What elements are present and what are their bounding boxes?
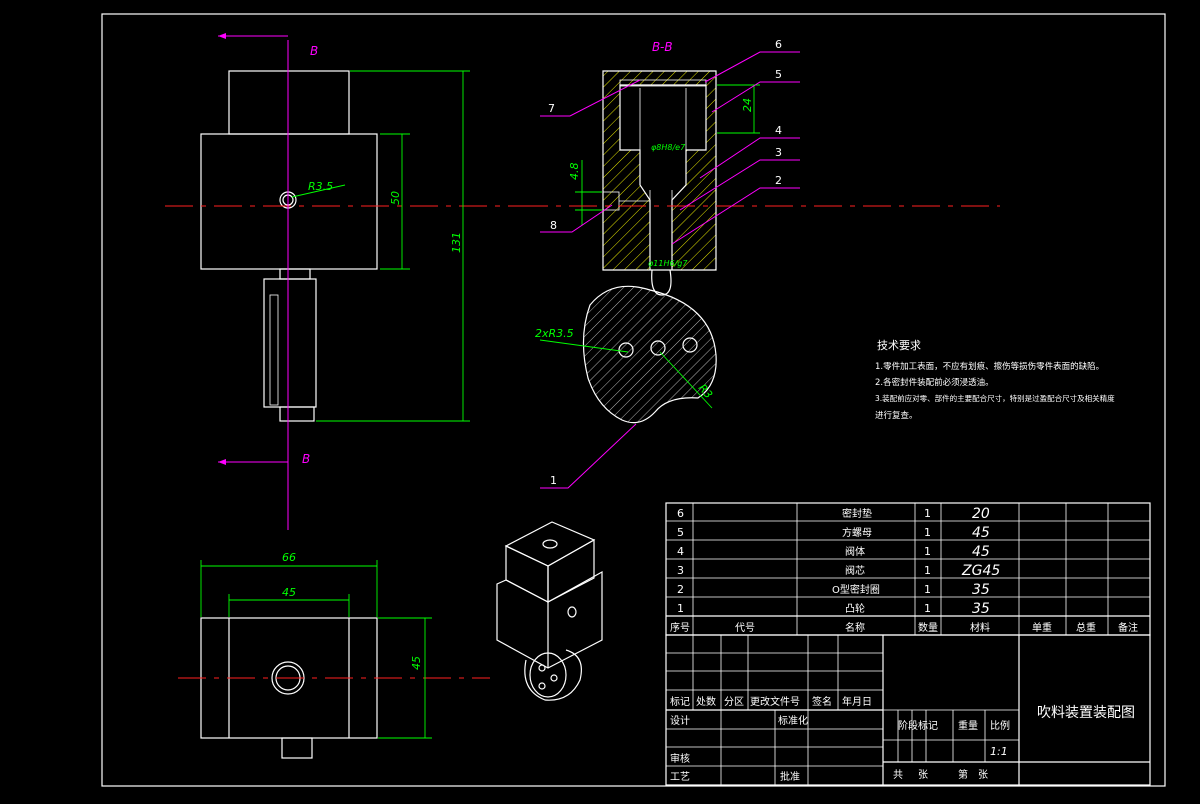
- dim-66: 66: [282, 551, 296, 564]
- tb-weight: 重量: [958, 719, 978, 732]
- bom-row-qty: 1: [924, 545, 931, 558]
- bom-header-unit-weight: 单重: [1032, 621, 1052, 634]
- section-view-bb: B-B φ8H8/e7 φ11H6/g7 24 4.8: [520, 40, 1000, 296]
- balloon-7: 7: [548, 102, 555, 115]
- bom-header-qty: 数量: [918, 621, 938, 634]
- dim-50: 50: [389, 191, 402, 205]
- front-view: B B R3.5 50 131: [165, 33, 520, 530]
- tech-heading: 技术要求: [877, 339, 921, 352]
- bom-header-code: 代号: [735, 622, 755, 634]
- tb-process: 工艺: [670, 771, 690, 783]
- bom-header-no: 序号: [670, 621, 690, 634]
- tb-change-doc: 更改文件号: [750, 695, 800, 708]
- section-label: B-B: [652, 40, 673, 54]
- balloon-3: 3: [775, 146, 782, 159]
- tb-approve: 批准: [780, 770, 800, 783]
- tb-standard: 标准化: [778, 714, 808, 727]
- bom-row-no: 5: [677, 526, 684, 539]
- cut-label-top: B: [310, 44, 318, 58]
- bom-row-name: O型密封圈: [832, 583, 880, 596]
- bom-row-name: 方螺母: [842, 526, 872, 539]
- bom-row-qty: 1: [924, 507, 931, 520]
- balloon-5: 5: [775, 68, 782, 81]
- dim-45-vertical: 45: [410, 656, 423, 670]
- bom-row-name: 凸轮: [845, 602, 865, 615]
- tb-sheet: 张: [978, 769, 988, 781]
- bom-row-no: 3: [677, 564, 684, 577]
- tech-item-4: 进行复查。: [875, 410, 918, 421]
- tb-zone: 分区: [724, 696, 744, 708]
- bom-table: 6 密封垫 1 20 5 方螺母 1 45 4 阀体 1 45 3 阀芯 1 Z…: [665, 502, 1151, 636]
- dim-fit-2: φ11H6/g7: [648, 259, 688, 268]
- bom-row-qty: 1: [924, 564, 931, 577]
- bom-row-material: 35: [972, 601, 990, 617]
- tb-sheet-no: 第: [958, 768, 968, 781]
- bom-row-name: 阀芯: [845, 564, 865, 577]
- bom-row-material: 35: [972, 582, 990, 598]
- bom-header-total-weight: 总重: [1076, 621, 1096, 634]
- bom-row-no: 1: [677, 602, 684, 615]
- cam-part: 2xR3.5 R3: [535, 285, 717, 424]
- bom-row-no: 4: [677, 545, 684, 558]
- dim-4-8: 4.8: [568, 163, 581, 181]
- bom-row-material: 45: [972, 544, 990, 560]
- cad-drawing: B B R3.5 50 131 66 45 45 B-B φ8H8/e7 φ11…: [0, 0, 1200, 800]
- tb-review: 审核: [670, 752, 690, 765]
- bom-row-material: ZG45: [961, 563, 1000, 579]
- tb-design: 设计: [670, 714, 690, 727]
- dim-r35: R3.5: [308, 180, 333, 193]
- bom-row-no: 6: [677, 507, 684, 520]
- bom-header-remark: 备注: [1118, 621, 1138, 634]
- bom-row-name: 阀体: [845, 545, 865, 558]
- balloon-2: 2: [775, 174, 782, 187]
- bom-row-qty: 1: [924, 526, 931, 539]
- tech-item-1: 1.零件加工表面，不应有划痕、擦伤等损伤零件表面的缺陷。: [875, 361, 1104, 372]
- title-block: 标记 处数 分区 更改文件号 签名 年月日 设计 标准化 审核 工艺 批准 阶段…: [665, 634, 1151, 786]
- tb-scale-label: 比例: [990, 719, 1010, 732]
- tb-total: 共: [893, 769, 903, 781]
- tb-count: 处数: [696, 695, 716, 708]
- drawing-title: 吹料装置装配图: [1037, 705, 1135, 721]
- cut-label-bottom: B: [302, 452, 310, 466]
- isometric-view: [496, 521, 603, 701]
- tb-sign: 签名: [812, 695, 832, 708]
- bom-row-name: 密封垫: [842, 507, 872, 520]
- bom-header-material: 材料: [970, 621, 990, 634]
- bom-row-no: 2: [677, 583, 684, 596]
- balloon-1: 1: [550, 474, 557, 487]
- bom-row-qty: 1: [924, 583, 931, 596]
- dim-45-horizontal: 45: [282, 586, 296, 599]
- bom-row-material: 45: [972, 525, 990, 541]
- balloon-6: 6: [775, 38, 782, 51]
- dim-fit-1: φ8H8/e7: [651, 143, 686, 152]
- tb-date: 年月日: [842, 695, 872, 708]
- balloon-8: 8: [550, 219, 557, 232]
- dim-131: 131: [450, 232, 463, 253]
- drawing-canvas: B B R3.5 50 131 66 45 45 B-B φ8H8/e7 φ11…: [101, 13, 1166, 787]
- top-view: 66 45 45: [178, 551, 490, 759]
- bom-row-material: 20: [972, 506, 990, 522]
- tb-stage-mark: 阶段标记: [898, 719, 938, 732]
- tech-item-3: 3.装配前应对零、部件的主要配合尺寸，特别是过盈配合尺寸及相关精度: [875, 393, 1115, 403]
- balloon-4: 4: [775, 124, 782, 137]
- dim-24: 24: [741, 98, 754, 112]
- tb-total-sheets: 张: [918, 769, 928, 781]
- bom-header-name: 名称: [845, 621, 865, 634]
- tb-scale: 1:1: [990, 745, 1008, 758]
- tech-item-2: 2.各密封件装配前必须浸透油。: [875, 377, 994, 388]
- bom-row-qty: 1: [924, 602, 931, 615]
- tech-requirements: 技术要求 1.零件加工表面，不应有划痕、擦伤等损伤零件表面的缺陷。 2.各密封件…: [875, 339, 1115, 421]
- tb-mark: 标记: [670, 696, 690, 708]
- dim-cam-holes: 2xR3.5: [535, 327, 574, 340]
